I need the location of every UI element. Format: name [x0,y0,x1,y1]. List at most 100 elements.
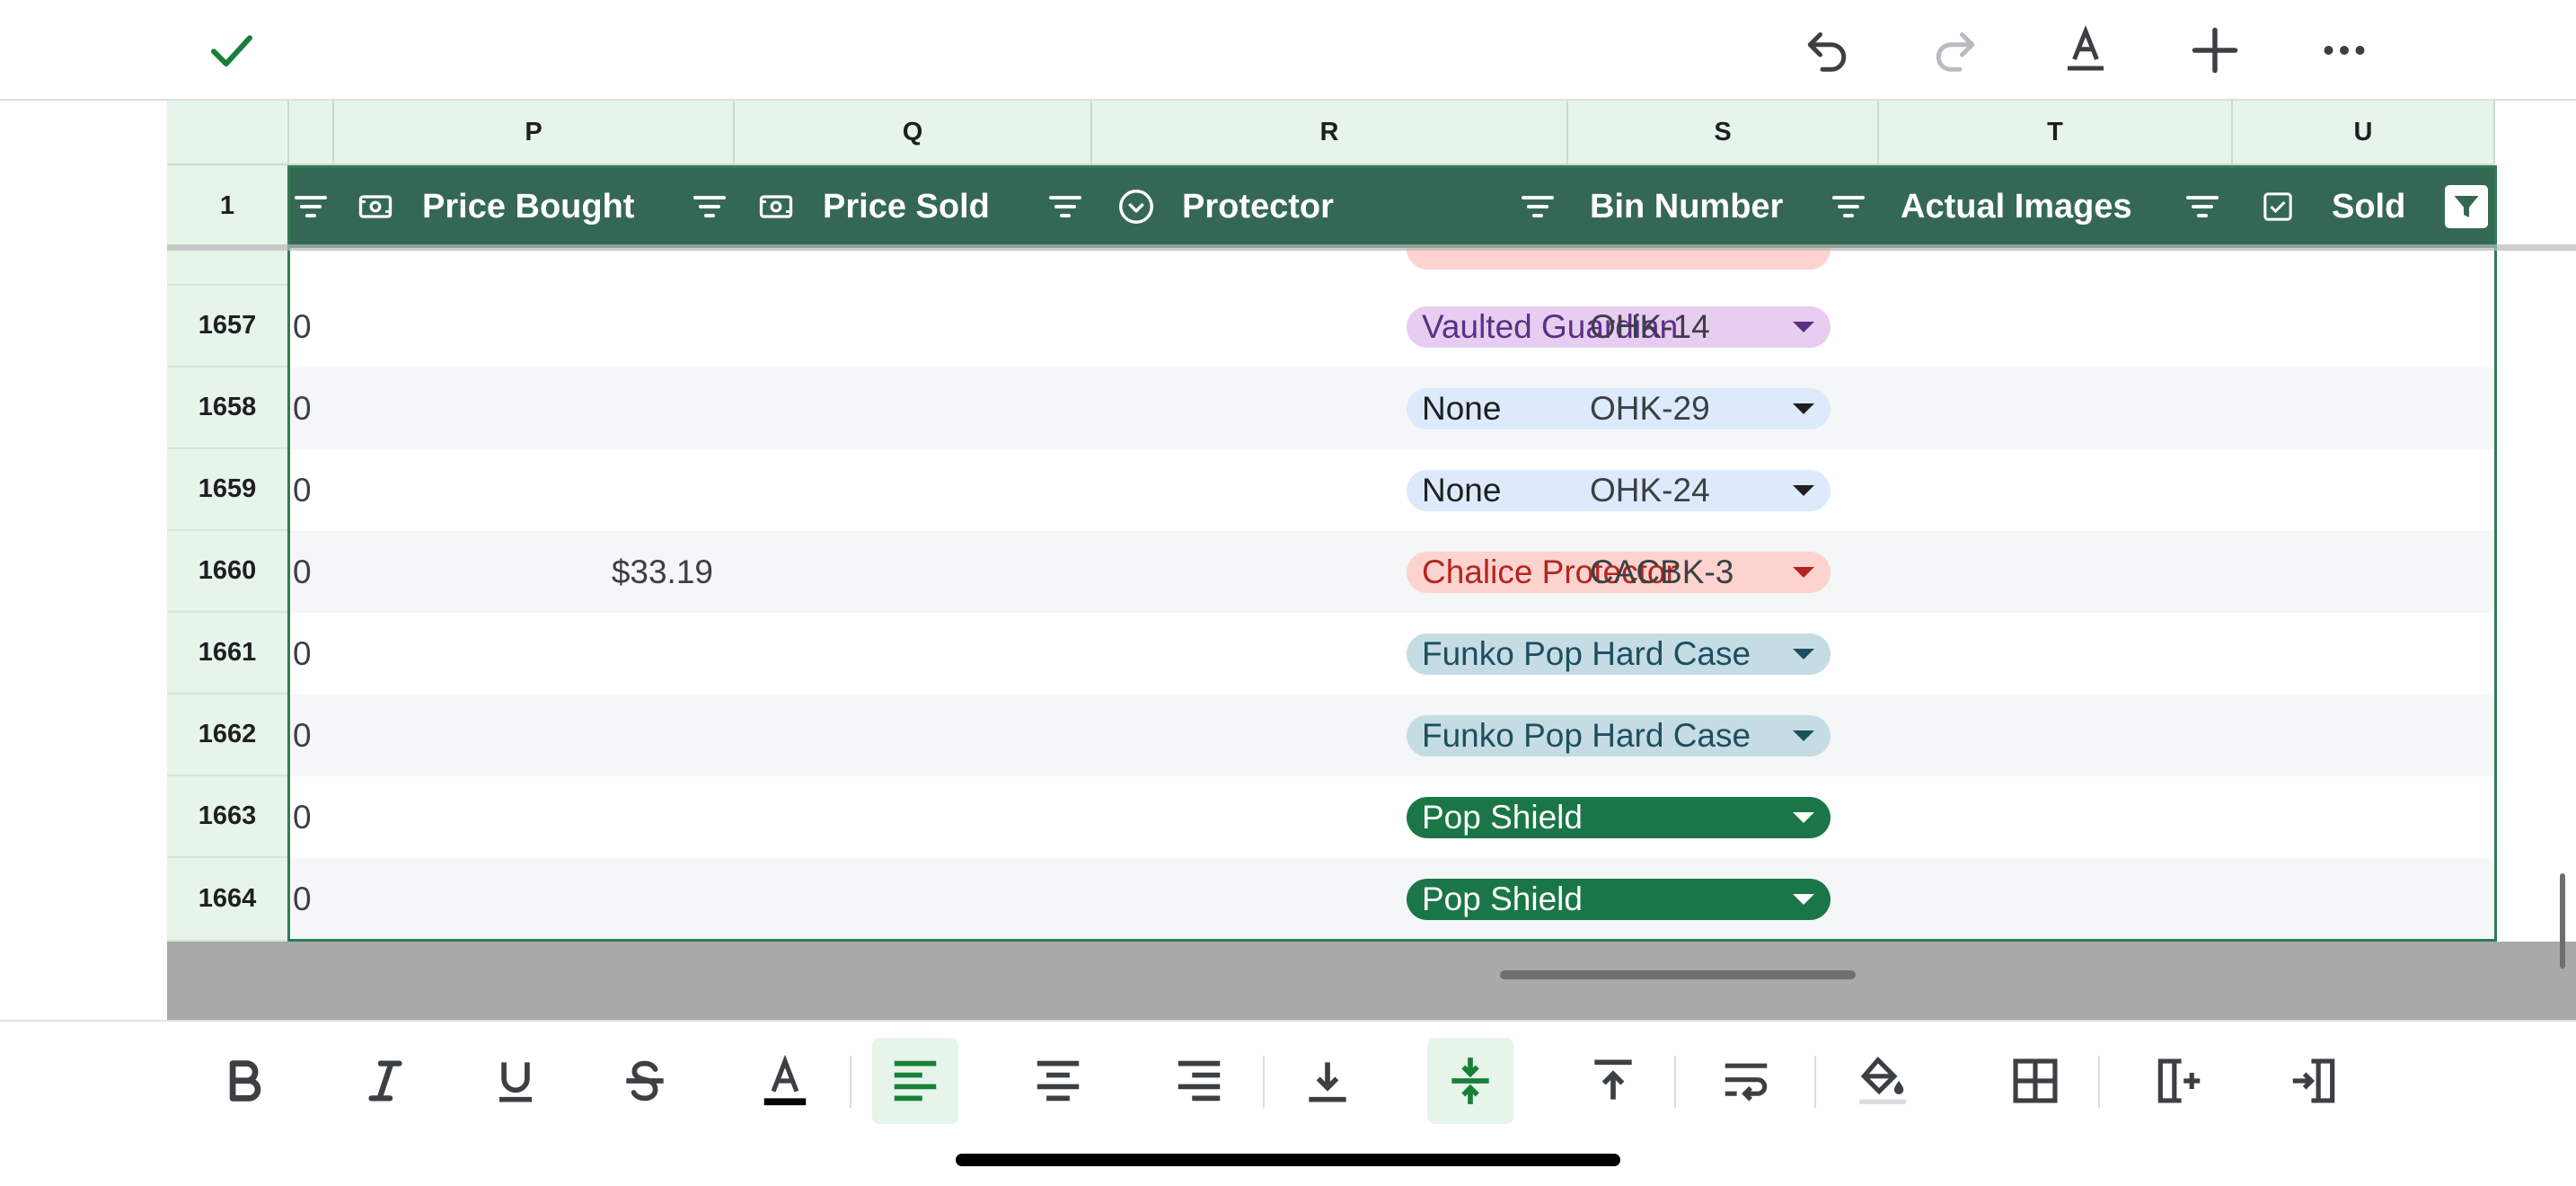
strikethrough-icon[interactable] [602,1038,688,1124]
dropdown-caret-icon [1793,730,1814,741]
header-sold[interactable]: Sold [2260,165,2405,248]
header-label: Price Bought [422,187,635,226]
dropdown-caret-icon [1793,403,1814,414]
filter-active-icon[interactable] [2445,185,2488,228]
header-actual-images[interactable]: Actual Images [1901,165,2132,248]
table-row: 0 Pop Shield [289,858,2495,942]
home-indicator[interactable] [956,1154,1620,1166]
cell-left[interactable]: 0 [293,531,312,613]
separator [2098,1056,2100,1108]
price-bought-cell[interactable] [375,286,713,367]
more-icon[interactable] [2312,18,2377,83]
align-center-icon[interactable] [1015,1038,1101,1124]
row-header-1[interactable]: 1 [167,165,289,248]
row-header[interactable]: 1661 [167,613,289,695]
price-bought-cell[interactable] [375,858,713,940]
price-bought-cell[interactable]: $33.19 [375,531,713,613]
plus-icon[interactable] [2183,18,2247,83]
row-header[interactable]: 1659 [167,449,289,531]
frozen-row-shadow [167,244,2576,251]
merge-cells-icon[interactable] [2136,1038,2222,1124]
row-header[interactable]: 1664 [167,858,289,942]
protector-chip[interactable]: Funko Pop Hard Case [1407,633,1831,675]
bold-icon[interactable] [201,1038,287,1124]
header-label: Actual Images [1901,187,2132,226]
dropdown-chip-icon [1119,190,1153,224]
undo-icon[interactable] [1795,18,1859,83]
bin-number-cell[interactable]: OHK-29 [1590,367,1710,449]
protector-chip[interactable]: Funko Pop Hard Case [1407,715,1831,757]
align-left-icon[interactable] [872,1038,958,1124]
cell-left[interactable]: 0 [293,449,312,531]
column-header-partial[interactable] [289,101,334,165]
align-top-icon[interactable] [1570,1038,1656,1124]
format-toolbar [0,1020,2576,1186]
fill-color-icon[interactable] [1839,1038,1926,1124]
filter-lines-icon[interactable] [2181,185,2224,228]
horizontal-scrollbar[interactable] [1500,970,1856,979]
check-icon[interactable] [199,18,264,83]
row-header[interactable]: 1663 [167,776,289,858]
wrap-text-icon[interactable] [1703,1038,1789,1124]
italic-icon[interactable] [342,1038,428,1124]
table-row: 0 None OHK-24 [289,449,2495,531]
cell-left[interactable]: 0 [293,695,312,776]
header-price-bought[interactable]: Price Bought [356,165,634,248]
price-bought-cell[interactable] [375,776,713,858]
bin-number-cell[interactable]: OHK-24 [1590,449,1710,531]
top-toolbar [0,0,2576,101]
redo-icon[interactable] [1923,18,1988,83]
filter-lines-icon[interactable] [1044,185,1087,228]
column-header-s[interactable]: S [1568,101,1879,165]
column-header-u[interactable]: U [2233,101,2495,165]
dropdown-caret-icon [1793,485,1814,496]
row-header[interactable]: 1658 [167,367,289,449]
text-format-icon[interactable] [2053,18,2118,83]
header-price-sold[interactable]: Price Sold [756,165,990,248]
filter-lines-icon[interactable] [1516,185,1559,228]
cell-left[interactable]: 0 [293,613,312,695]
protector-chip-label: None [1422,390,1502,427]
table-row: 0 Funko Pop Hard Case [289,613,2495,695]
protector-chip-label: Funko Pop Hard Case [1422,635,1751,672]
dropdown-caret-icon [1793,812,1814,823]
bin-number-cell[interactable]: OHK-14 [1590,286,1710,367]
price-bought-cell[interactable] [375,613,713,695]
align-bottom-icon[interactable] [1284,1038,1371,1124]
dropdown-caret-icon [1793,894,1814,905]
unmerge-cells-icon[interactable] [2271,1038,2357,1124]
price-bought-cell[interactable] [375,695,713,776]
cell-left[interactable]: 0 [293,367,312,449]
row-header[interactable]: 1657 [167,286,289,367]
price-bought-cell[interactable] [375,367,713,449]
column-header-t[interactable]: T [1879,101,2233,165]
price-bought-cell[interactable] [375,449,713,531]
vertical-scrollbar[interactable] [2560,873,2565,969]
text-color-icon[interactable] [742,1038,828,1124]
column-header-p[interactable]: P [334,101,735,165]
protector-chip[interactable]: Pop Shield [1407,797,1831,838]
select-all-corner[interactable] [167,101,289,165]
filter-lines-icon[interactable] [688,185,731,228]
bin-number-cell[interactable]: CACBK-3 [1590,531,1734,613]
cell-left[interactable]: 0 [293,776,312,858]
align-right-icon[interactable] [1156,1038,1242,1124]
filter-lines-icon[interactable] [289,185,332,228]
row-header[interactable]: 1660 [167,531,289,613]
row-header-partial[interactable] [167,248,289,286]
header-label: Protector [1182,187,1334,226]
header-protector[interactable]: Protector [1116,165,1334,248]
protector-chip[interactable]: Pop Shield [1407,879,1831,920]
cell-left[interactable]: 0 [293,858,312,940]
filter-lines-icon[interactable] [1827,185,1870,228]
row-header[interactable]: 1662 [167,695,289,776]
column-header-q[interactable]: Q [735,101,1092,165]
align-middle-icon[interactable] [1427,1038,1513,1124]
separator [1263,1056,1265,1108]
column-header-r[interactable]: R [1092,101,1568,165]
borders-icon[interactable] [1992,1038,2078,1124]
dropdown-caret-icon [1793,322,1814,332]
header-bin-number[interactable]: Bin Number [1590,165,1783,248]
cell-left[interactable]: 0 [293,286,312,367]
underline-icon[interactable] [472,1038,559,1124]
